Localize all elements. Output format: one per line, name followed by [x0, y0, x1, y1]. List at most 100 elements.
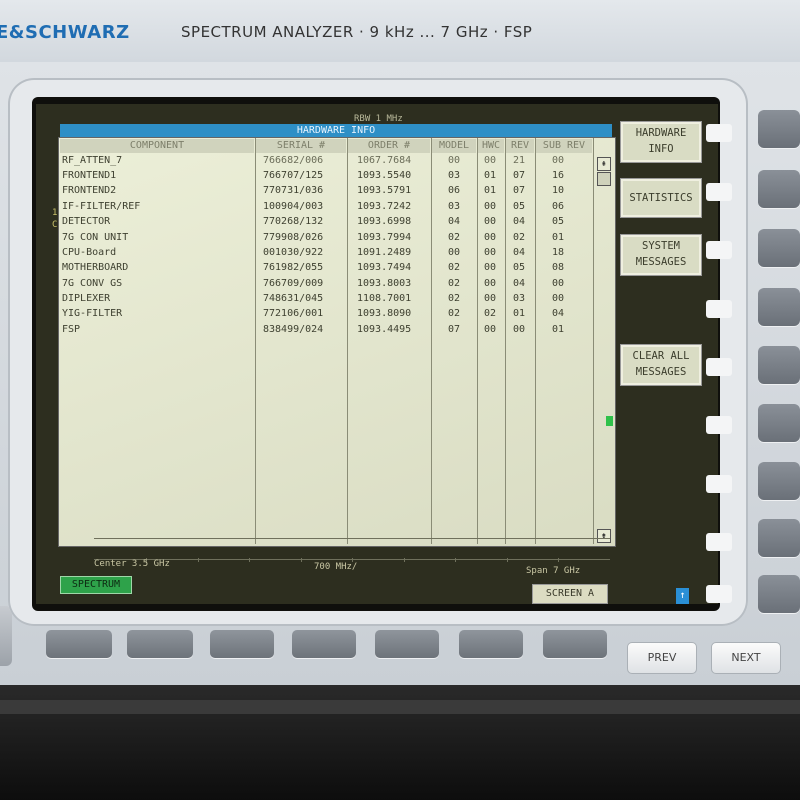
cell-serial: 779908/026	[263, 232, 324, 243]
softkey-label: MESSAGES	[635, 256, 687, 268]
cell-serial: 100904/003	[263, 201, 324, 212]
softkey-label: INFO	[648, 143, 674, 155]
cell-model: 03	[448, 201, 461, 212]
left-edge-knob[interactable]	[0, 606, 12, 666]
cell-rev: 01	[513, 308, 526, 319]
instrument-header: E&SCHWARZ SPECTRUM ANALYZER · 9 kHz ... …	[0, 0, 800, 62]
marker-indicator	[606, 416, 613, 426]
bezel-notch	[706, 585, 732, 603]
center-frequency: Center 3.5 GHz	[94, 559, 170, 569]
column-divider	[593, 138, 594, 544]
bottom-softkey-6[interactable]	[459, 630, 523, 658]
cell-order: 1093.7242	[357, 201, 412, 212]
hardware-softkey-3[interactable]	[758, 229, 800, 267]
cell-order: 1093.5540	[357, 170, 412, 181]
cell-sub-rev: 00	[552, 293, 565, 304]
cell-component: FRONTEND2	[62, 185, 117, 196]
hardware-info-table: COMPONENT SERIAL # ORDER # MODEL HWC REV…	[58, 137, 616, 547]
cell-model: 03	[448, 170, 461, 181]
scroll-thumb[interactable]	[597, 172, 611, 186]
column-header-component: COMPONENT	[60, 139, 254, 153]
scroll-up-icon[interactable]: ⇞	[597, 157, 611, 171]
up-arrow-icon: ↑	[676, 588, 689, 604]
bottom-softkey-5[interactable]	[375, 630, 439, 658]
hardware-softkey-4[interactable]	[758, 288, 800, 326]
cell-sub-rev: 00	[552, 278, 565, 289]
column-header-serial: SERIAL #	[256, 139, 346, 153]
left-edge-indicator: 1	[52, 208, 58, 218]
cell-sub-rev: 10	[552, 185, 565, 196]
hardware-softkey-9[interactable]	[758, 575, 800, 613]
cell-model: 00	[448, 247, 461, 258]
softkey-clear-all-messages[interactable]: CLEAR ALL MESSAGES	[620, 344, 702, 386]
cell-rev: 04	[513, 278, 526, 289]
cell-rev: 05	[513, 262, 526, 273]
prev-button[interactable]: PREV	[627, 642, 697, 674]
cell-model: 07	[448, 324, 461, 335]
cell-component: DETECTOR	[62, 216, 111, 227]
cell-order: 1093.8090	[357, 308, 412, 319]
frequency-per-division: 700 MHz/	[314, 562, 358, 572]
screen-indicator: SCREEN A	[532, 584, 608, 604]
softkey-label: SYSTEM	[642, 240, 680, 252]
cell-model: 02	[448, 293, 461, 304]
hardware-softkey-1[interactable]	[758, 110, 800, 148]
cell-sub-rev: 01	[552, 232, 565, 243]
bezel-notch	[706, 533, 732, 551]
softkey-hardware-info[interactable]: HARDWARE INFO	[620, 121, 702, 163]
next-button[interactable]: NEXT	[711, 642, 781, 674]
cell-hwc: 00	[484, 324, 497, 335]
column-header-order: ORDER #	[348, 139, 430, 153]
cell-component: MOTHERBOARD	[62, 262, 129, 273]
cell-order: 1093.8003	[357, 278, 412, 289]
cell-serial: 766707/125	[263, 170, 324, 181]
hardware-softkey-7[interactable]	[758, 462, 800, 500]
cell-rev: 02	[513, 232, 526, 243]
model-line: SPECTRUM ANALYZER · 9 kHz ... 7 GHz · FS…	[181, 23, 533, 41]
grid-tick	[301, 558, 302, 562]
base-ledge	[0, 700, 800, 714]
cell-rev: 21	[513, 155, 526, 166]
cell-model: 02	[448, 308, 461, 319]
hardware-softkey-2[interactable]	[758, 170, 800, 208]
cell-serial: 772106/001	[263, 308, 324, 319]
cell-hwc: 00	[484, 247, 497, 258]
hardware-info-title: HARDWARE INFO	[60, 124, 612, 137]
cell-hwc: 00	[484, 216, 497, 227]
trace-area	[94, 538, 610, 560]
cell-component: YIG-FILTER	[62, 308, 123, 319]
cell-component: IF-FILTER/REF	[62, 201, 141, 212]
cell-component: FSP	[62, 324, 81, 335]
cell-rev: 07	[513, 185, 526, 196]
cell-component: RF_ATTEN_7	[62, 155, 123, 166]
bottom-softkey-2[interactable]	[127, 630, 193, 658]
softkey-statistics[interactable]: STATISTICS	[620, 178, 702, 218]
cell-hwc: 01	[484, 170, 497, 181]
hardware-softkey-5[interactable]	[758, 346, 800, 384]
softkey-label: HARDWARE	[635, 127, 687, 139]
grid-tick	[455, 558, 456, 562]
cell-component: 7G CONV GS	[62, 278, 123, 289]
bezel-notch	[706, 475, 732, 493]
hardware-softkey-6[interactable]	[758, 404, 800, 442]
left-edge-indicator: C	[52, 220, 58, 230]
cell-hwc: 00	[484, 155, 497, 166]
cell-serial: 838499/024	[263, 324, 324, 335]
cell-serial: 761982/055	[263, 262, 324, 273]
cell-rev: 04	[513, 216, 526, 227]
cell-sub-rev: 16	[552, 170, 565, 181]
cell-hwc: 00	[484, 201, 497, 212]
hardware-softkey-8[interactable]	[758, 519, 800, 557]
bottom-softkey-4[interactable]	[292, 630, 356, 658]
cell-hwc: 00	[484, 293, 497, 304]
cell-model: 00	[448, 155, 461, 166]
cell-order: 1093.7494	[357, 262, 412, 273]
bottom-softkey-7[interactable]	[543, 630, 607, 658]
cell-sub-rev: 04	[552, 308, 565, 319]
bottom-softkey-1[interactable]	[46, 630, 112, 658]
bottom-softkey-3[interactable]	[210, 630, 274, 658]
cell-component: 7G CON UNIT	[62, 232, 129, 243]
softkey-system-messages[interactable]: SYSTEM MESSAGES	[620, 234, 702, 276]
column-divider	[347, 138, 348, 544]
bezel-notch	[706, 241, 732, 259]
